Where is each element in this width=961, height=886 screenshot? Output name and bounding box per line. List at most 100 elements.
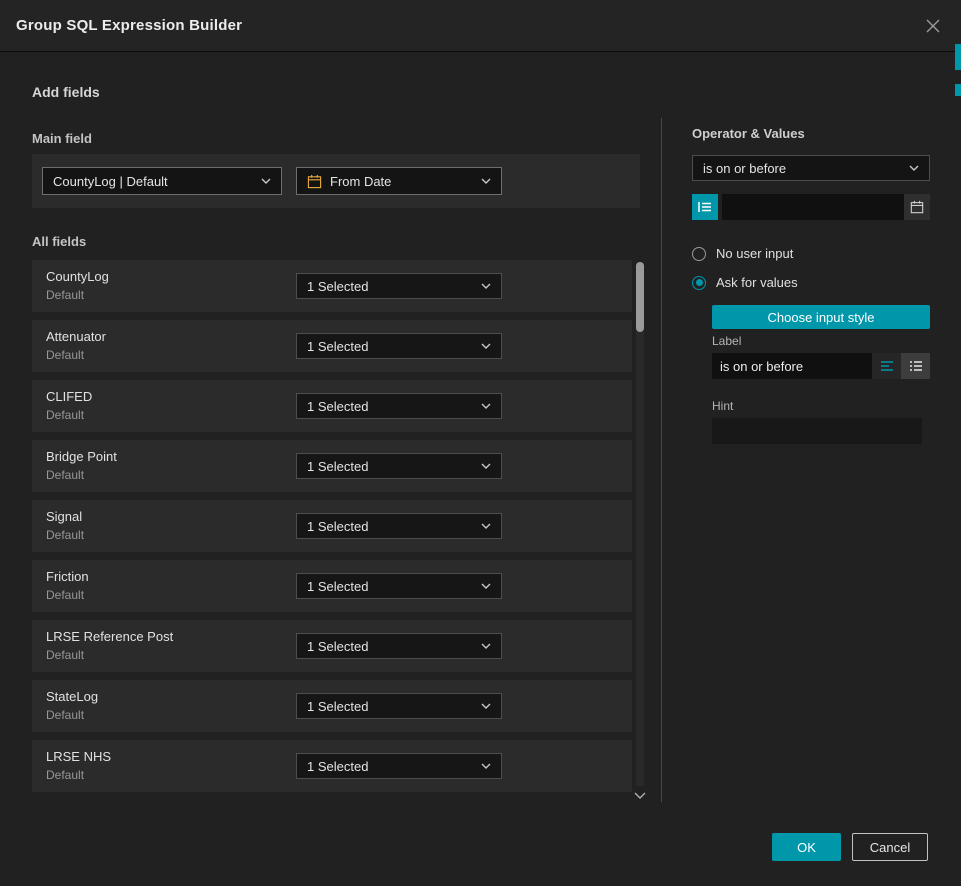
dialog-title: Group SQL Expression Builder [16,17,242,34]
chevron-down-icon [261,178,271,184]
field-row: LRSE NHS Default 1 Selected [32,740,632,792]
layer-select[interactable]: CountyLog | Default [42,167,282,195]
chevron-down-icon [481,283,491,289]
field-selected-dropdown[interactable]: 1 Selected [296,573,502,599]
operator-select[interactable]: is on or before [692,155,930,181]
field-row: Bridge Point Default 1 Selected [32,440,632,492]
field-selected-value: 1 Selected [307,459,368,474]
field-row: Attenuator Default 1 Selected [32,320,632,372]
field-name: StateLog [46,689,98,704]
radio-icon [692,247,706,261]
choose-input-style-button[interactable]: Choose input style [712,305,930,329]
field-selected-dropdown[interactable]: 1 Selected [296,633,502,659]
field-selected-value: 1 Selected [307,759,368,774]
field-row: Signal Default 1 Selected [32,500,632,552]
scroll-down-icon[interactable] [634,792,646,799]
radio-label: No user input [716,246,793,261]
field-subtitle: Default [46,708,84,722]
field-name: Attenuator [46,329,106,344]
radio-label: Ask for values [716,275,798,290]
value-input[interactable] [722,194,930,220]
operator-select-value: is on or before [703,161,786,176]
scroll-indicator-mark [955,44,961,70]
field-selected-value: 1 Selected [307,399,368,414]
value-input-wrap [722,194,930,220]
calendar-icon [910,200,924,214]
input-style-list-button[interactable] [901,353,930,379]
calendar-button[interactable] [904,194,930,220]
ok-button[interactable]: OK [772,833,841,861]
field-selected-dropdown[interactable]: 1 Selected [296,333,502,359]
chevron-down-icon [481,763,491,769]
add-fields-heading: Add fields [32,84,100,100]
field-row: LRSE Reference Post Default 1 Selected [32,620,632,672]
radio-ask-for-values[interactable]: Ask for values [692,275,798,290]
field-selected-dropdown[interactable]: 1 Selected [296,513,502,539]
chevron-down-icon [481,403,491,409]
hint-input[interactable] [712,418,922,444]
dialog-header: Group SQL Expression Builder [0,0,961,52]
field-subtitle: Default [46,468,84,482]
field-subtitle: Default [46,408,84,422]
main-field-select[interactable]: From Date [296,167,502,195]
cancel-button[interactable]: Cancel [852,833,928,861]
set-from-field-button[interactable] [692,194,718,220]
field-name: CountyLog [46,269,109,284]
vertical-divider [661,118,662,802]
all-fields-list: CountyLog Default 1 Selected Attenuator … [32,260,632,800]
field-name: CLIFED [46,389,92,404]
all-fields-label: All fields [32,234,86,249]
label-input-row [712,353,930,379]
field-subtitle: Default [46,648,84,662]
field-name: LRSE Reference Post [46,629,173,644]
field-row: CountyLog Default 1 Selected [32,260,632,312]
chevron-down-icon [481,178,491,184]
field-row: Friction Default 1 Selected [32,560,632,612]
operator-values-heading: Operator & Values [692,126,805,141]
hint-caption: Hint [712,399,733,413]
scrollbar-thumb[interactable] [636,262,644,332]
field-selected-dropdown[interactable]: 1 Selected [296,453,502,479]
field-selected-dropdown[interactable]: 1 Selected [296,693,502,719]
chevron-down-icon [481,643,491,649]
field-subtitle: Default [46,288,84,302]
chevron-down-icon [481,583,491,589]
input-style-text-button[interactable] [872,353,901,379]
field-selected-dropdown[interactable]: 1 Selected [296,273,502,299]
field-subtitle: Default [46,528,84,542]
main-field-panel: CountyLog | Default From Date [32,154,640,208]
set-from-field-icon [698,201,712,213]
field-selected-dropdown[interactable]: 1 Selected [296,393,502,419]
group-sql-expression-builder-dialog: Group SQL Expression Builder Add fields … [0,0,961,886]
scroll-indicator-mark [955,84,961,96]
field-selected-value: 1 Selected [307,519,368,534]
field-selected-dropdown[interactable]: 1 Selected [296,753,502,779]
field-selected-value: 1 Selected [307,639,368,654]
chevron-down-icon [481,523,491,529]
field-name: Signal [46,509,82,524]
close-button[interactable] [921,14,945,38]
field-row: StateLog Default 1 Selected [32,680,632,732]
scrollbar-track[interactable] [636,262,644,786]
field-name: Friction [46,569,89,584]
chevron-down-icon [481,343,491,349]
radio-no-user-input[interactable]: No user input [692,246,793,261]
main-field-label: Main field [32,131,92,146]
chevron-down-icon [481,463,491,469]
field-selected-value: 1 Selected [307,699,368,714]
field-selected-value: 1 Selected [307,339,368,354]
calendar-icon [307,174,322,189]
field-subtitle: Default [46,348,84,362]
label-input[interactable] [712,353,872,379]
chevron-down-icon [481,703,491,709]
field-selected-value: 1 Selected [307,579,368,594]
chevron-down-icon [909,165,919,171]
align-left-icon [880,360,894,372]
list-icon [909,360,923,372]
field-row: CLIFED Default 1 Selected [32,380,632,432]
radio-checked-icon [692,276,706,290]
field-name: Bridge Point [46,449,117,464]
value-input-row [692,194,930,220]
field-name: LRSE NHS [46,749,111,764]
field-subtitle: Default [46,768,84,782]
